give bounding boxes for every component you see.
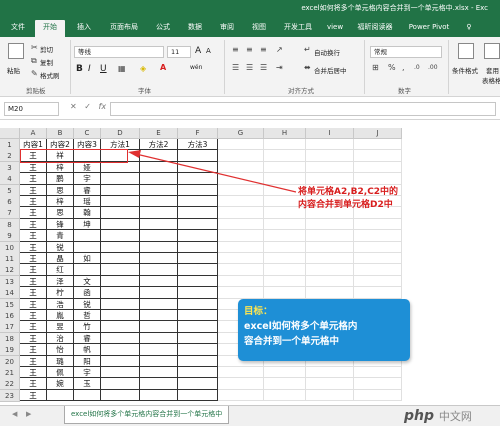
goal-line-2: 容合并到一个单元格中 bbox=[244, 336, 340, 347]
instruction-line-2: 内容合并到单元格D2中 bbox=[298, 200, 393, 210]
sheet-tab-active[interactable]: excel如何将多个单元格内容合并到一个单元格中 bbox=[64, 406, 230, 424]
instruction-note: 将单元格A2,B2,C2中的 内容合并到单元格D2中 bbox=[298, 186, 398, 212]
watermark-site: 中文网 bbox=[438, 410, 472, 423]
instruction-line-1: 将单元格A2,B2,C2中的 bbox=[298, 187, 399, 197]
prev-sheet-icon[interactable]: ◀ bbox=[12, 410, 17, 418]
watermark-brand: php bbox=[404, 408, 435, 424]
site-watermark: php 中文网 bbox=[404, 408, 472, 424]
goal-title: 目标： bbox=[244, 306, 273, 317]
goal-callout: 目标： excel如何将多个单元格内 容合并到一个单元格中 bbox=[238, 299, 410, 361]
next-sheet-icon[interactable]: ▶ bbox=[26, 410, 31, 418]
goal-line-1: excel如何将多个单元格内 bbox=[244, 321, 358, 332]
annotation-arrow bbox=[128, 150, 297, 193]
